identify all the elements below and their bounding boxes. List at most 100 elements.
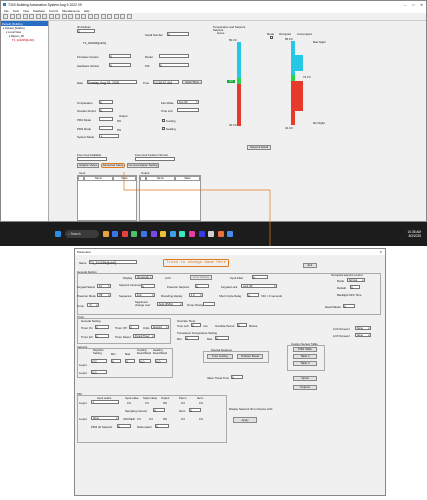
temp-change-label: Temp Change <box>187 303 205 307</box>
timer-on-label: Timer On <box>81 326 93 330</box>
setpoint-value-header: Setpt value <box>143 396 157 400</box>
dead-master-value: 0 <box>344 305 346 309</box>
lcd-screen1-select[interactable]: None <box>355 326 371 330</box>
rounding-value: 1.0 <box>190 293 195 297</box>
table2-button[interactable]: Table 2 <box>293 354 317 359</box>
timer-on-field[interactable]: 0 <box>95 325 109 330</box>
transducer-min-field[interactable]: 0 <box>185 336 199 341</box>
mode-select[interactable]: Normal <box>347 278 365 282</box>
timer-off-label: Timer Off <box>115 326 127 330</box>
mode-value: Normal <box>348 278 358 282</box>
loop1-input-select[interactable] <box>91 400 119 404</box>
iterm-label: Iterm <box>179 409 186 413</box>
default-field[interactable]: 0 <box>350 285 360 290</box>
poweron-setpoint-field[interactable]: 0 <box>195 284 209 289</box>
loop2-setpoint-value: 0.0 <box>92 371 97 375</box>
sampling-field[interactable]: 0 <box>153 408 165 413</box>
heating-db-label: Heating Dead Band <box>153 348 167 355</box>
iterm-field[interactable]: 0 <box>189 408 201 413</box>
free-cooling-label: Free cooling <box>212 354 228 359</box>
loop2-input-select[interactable]: None <box>91 416 119 420</box>
dead-master-field[interactable]: 0 <box>343 304 355 309</box>
units-select[interactable]: Second <box>151 325 169 329</box>
keypad-select-label: Keypad Select <box>77 285 96 289</box>
dead-master-label: Dead Master <box>325 305 342 309</box>
delta-select-field[interactable]: 0 <box>155 424 169 429</box>
keypad-select[interactable]: 1A <box>97 284 111 288</box>
seg-invert-label: Seg/Invert change over <box>135 300 151 307</box>
override-minute-label: Minute <box>249 324 258 328</box>
sampling-label: Sampling Interval <box>125 409 147 413</box>
outputs-label: Outputs <box>300 385 310 390</box>
exit-button[interactable]: Exit <box>303 263 317 268</box>
min-unit-label: min. <box>203 324 209 328</box>
input-filter-field[interactable]: 0 <box>252 275 268 280</box>
display-select[interactable]: Temperatu <box>135 275 153 279</box>
loop2-setpoint-field[interactable]: 0.0 <box>91 370 107 375</box>
seg-invert-select[interactable]: Auto (2SDL) <box>157 302 183 306</box>
outdoor-reset-button[interactable]: Outdoor Reset <box>237 354 263 359</box>
input-value-header: Input value <box>125 396 139 400</box>
loop1-cooling-db-field[interactable]: 0.0 <box>139 359 151 364</box>
loop1-setpoint-field[interactable]: 0°C <box>91 359 107 364</box>
parameter-title: Parameter <box>77 250 92 254</box>
apply-button[interactable]: Apply <box>233 417 257 423</box>
loop1-max-field[interactable]: 0 <box>125 359 135 364</box>
inputs-button[interactable]: Inputs <box>293 376 317 381</box>
unused-pterm: 0.0 <box>181 417 185 421</box>
timer-select[interactable]: Period Timer <box>133 334 155 338</box>
loop2-input-value: None <box>92 416 99 420</box>
mode-label-param: Mode <box>337 279 344 283</box>
short-cycle-field[interactable]: 0 <box>247 293 259 298</box>
name-input[interactable]: T3_324265@ubfQ <box>89 260 137 265</box>
valve-travel-field[interactable]: 0 <box>231 375 243 380</box>
table3-button[interactable]: Table 3 <box>293 361 317 366</box>
unused-iterm: 0.0 <box>199 417 203 421</box>
iterm-value: 0 <box>190 409 192 413</box>
transducer-max-value: 0 <box>216 337 218 341</box>
setpoint-increment-value: 0 <box>142 285 144 289</box>
pterm-header: Pterm <box>179 396 187 400</box>
user-setting-button[interactable]: User Setting <box>190 275 212 280</box>
temp-unit-value: °C <box>88 303 92 307</box>
transducer-min-value: 0 <box>186 337 188 341</box>
outputs-button[interactable]: Outputs <box>293 385 317 390</box>
timer-left-label: Timer left <box>81 335 93 339</box>
loop1-heating-db-field[interactable]: 0.0 <box>155 359 167 364</box>
timer-off-field[interactable]: 0 <box>129 325 139 330</box>
sp-min-label: Min <box>111 352 116 356</box>
delta-select-label: Delta select <box>137 425 152 429</box>
sequence-select[interactable]: Fnd <box>135 293 155 297</box>
override-period-value: 0 <box>238 324 240 328</box>
pid2-off-field[interactable]: 0 <box>117 424 131 429</box>
outdoor-reset-label: Outdoor Reset <box>240 354 260 359</box>
transducer-max-field[interactable]: 0 <box>215 336 229 341</box>
loop1-min-field[interactable]: 0 <box>111 359 121 364</box>
default-value: 0 <box>351 286 353 290</box>
backlight-label: Backlight OFF Time <box>337 293 362 297</box>
output-header: Output <box>161 396 170 400</box>
loop1-cooling-db-value: 0.0 <box>140 360 145 364</box>
poweron-mode-select[interactable]: Off <box>97 293 111 297</box>
lcd-screen2-select[interactable]: None <box>355 333 371 337</box>
pid1-table-label: PID1 Table <box>298 347 312 352</box>
lcd-screen2-value: None <box>356 333 363 337</box>
temp-change-field[interactable] <box>203 302 215 307</box>
override-period-field[interactable]: 0 <box>237 323 247 328</box>
valve-travel-value: 0 <box>232 376 234 380</box>
unused-label: UNUSED <box>123 417 135 421</box>
keypad-lock-value: Lock Off <box>242 284 253 288</box>
close-icon[interactable]: ✕ <box>379 250 385 254</box>
pid1-table-button[interactable]: PID1 Table <box>293 347 317 352</box>
rounding-select[interactable]: 1.0 <box>189 293 203 297</box>
transducer-min-label: Min <box>177 337 182 341</box>
override-period-label: Overlide Period <box>215 324 235 328</box>
temp-unit-select[interactable]: °C <box>87 303 99 307</box>
setpoint-increment-field[interactable]: 0 <box>141 284 155 289</box>
override-time-left-label: Time Left <box>177 324 189 328</box>
free-cooling-button[interactable]: Free cooling <box>207 354 233 359</box>
annotation-label: Tried to change Name Here <box>163 259 230 267</box>
keypad-lock-select[interactable]: Lock Off <box>241 284 277 288</box>
sequence-label: Sequence <box>119 294 132 298</box>
input-filter-value: 0 <box>253 276 255 280</box>
